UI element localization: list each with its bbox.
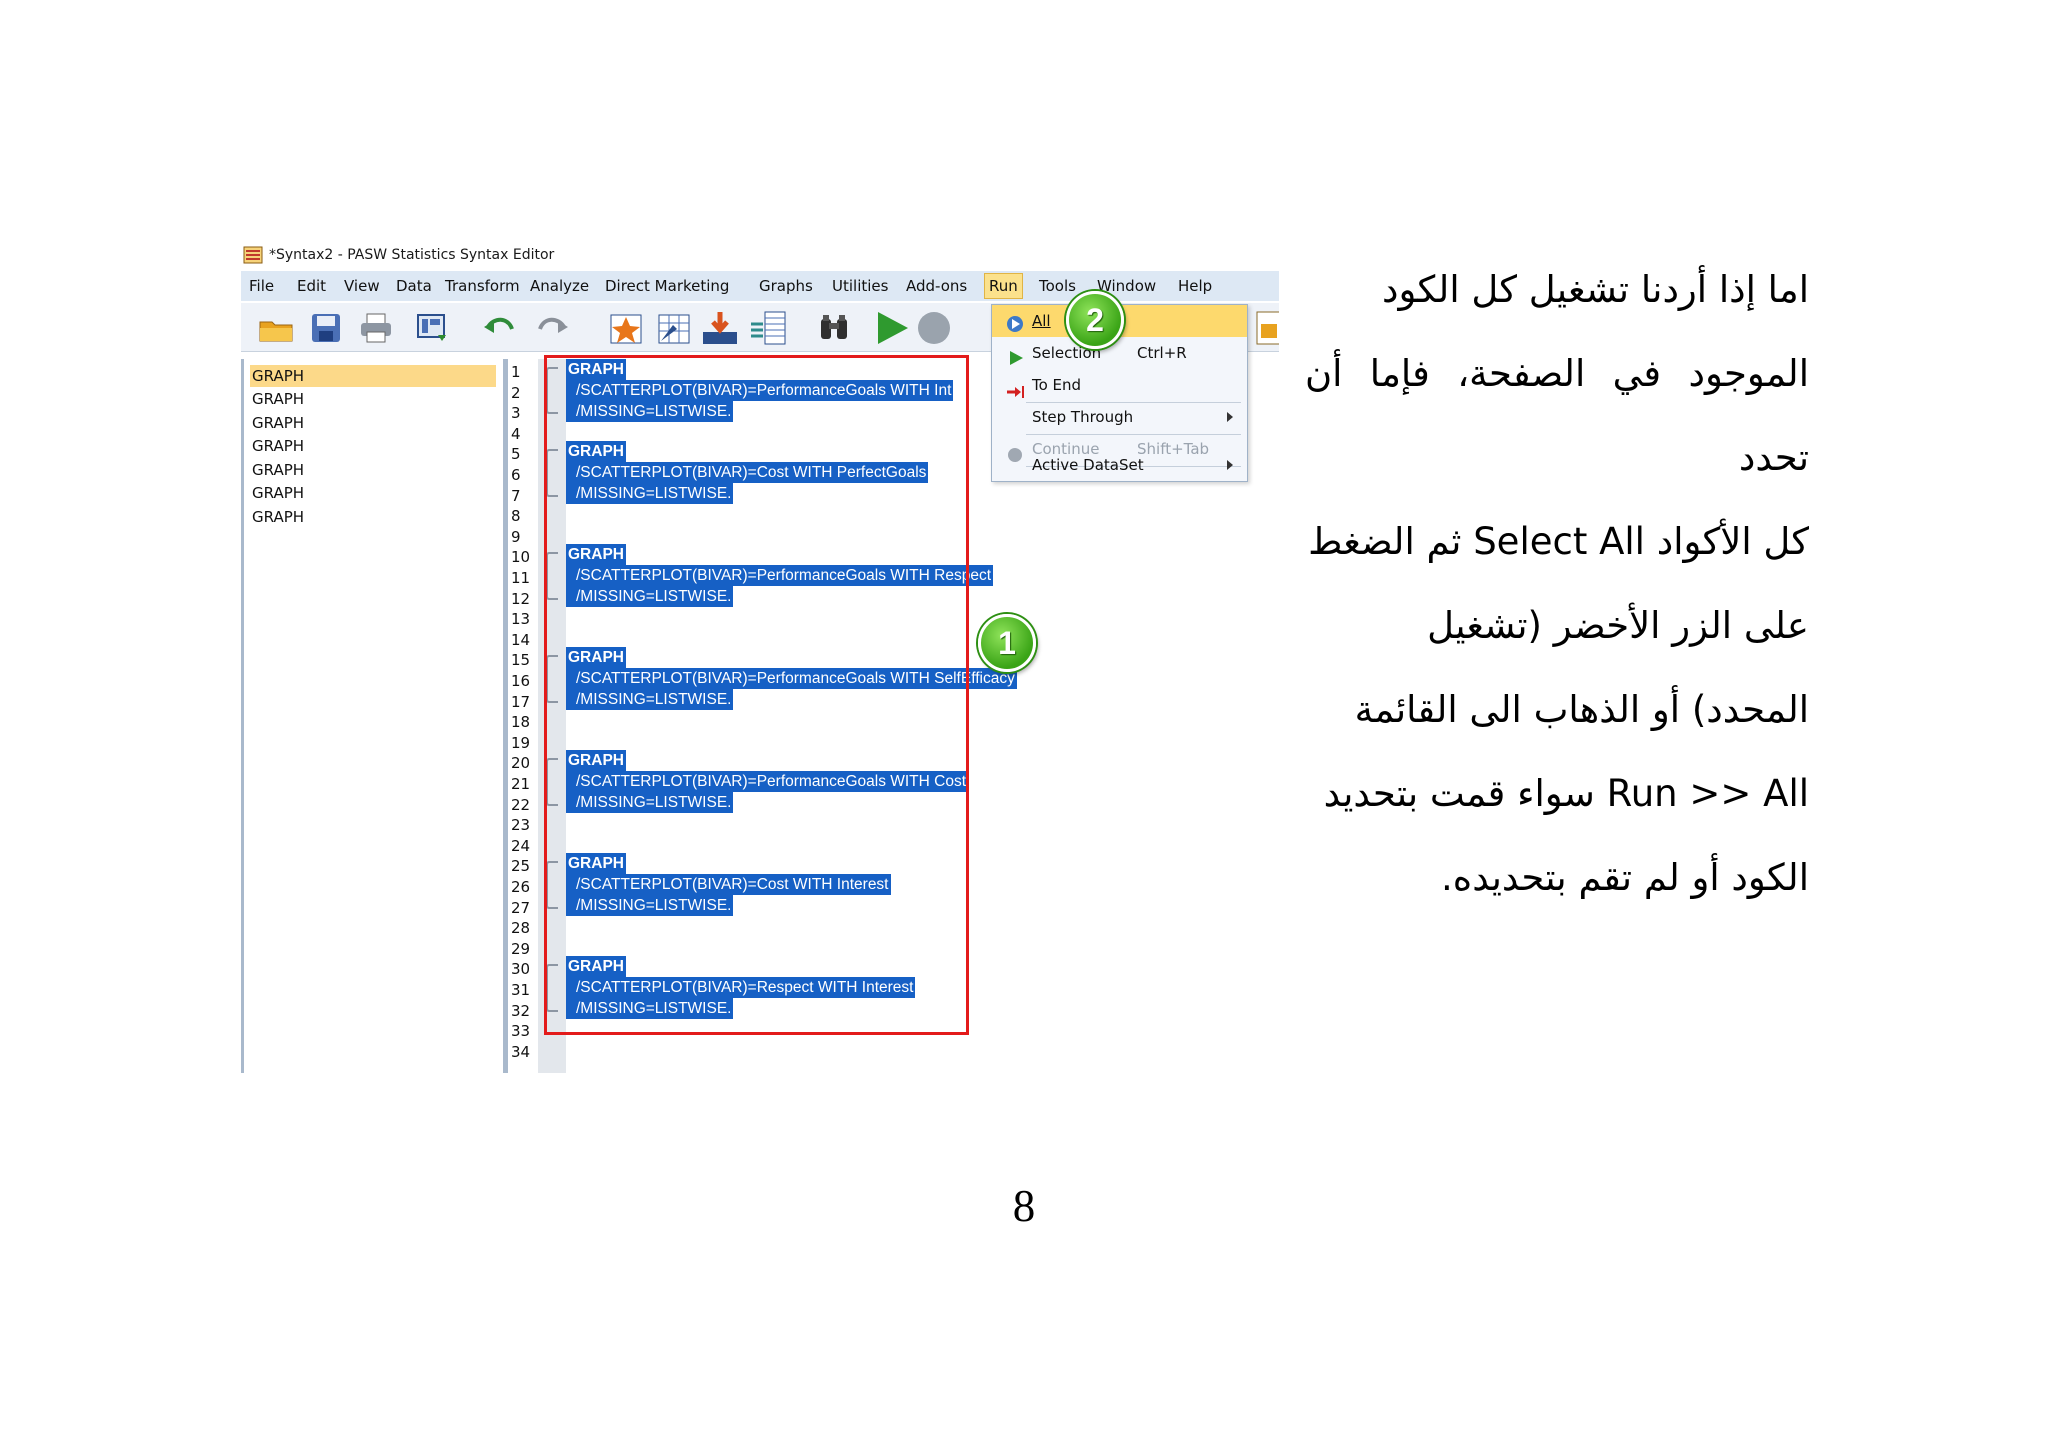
line-number: 20 [511, 754, 531, 773]
menu-transform[interactable]: Transform [441, 275, 524, 297]
spss-screenshot: *Syntax2 - PASW Statistics Syntax Editor… [241, 241, 1279, 1073]
syntax-script-icon[interactable] [1251, 309, 1279, 347]
line-number: 31 [511, 981, 531, 999]
line-number: 34 [511, 1042, 531, 1061]
line-number: 24 [511, 836, 531, 855]
navigator-item[interactable]: GRAPH [250, 412, 496, 434]
goto-case-icon[interactable] [607, 309, 645, 347]
navigator-item[interactable]: GRAPH [250, 388, 496, 410]
run-selection-icon[interactable] [873, 309, 911, 347]
paragraph-line: على الزر الأخضر (تشغيل [1427, 604, 1809, 647]
line-number: 27 [511, 898, 531, 917]
navigator-item[interactable]: GRAPH [250, 365, 496, 387]
menu-file[interactable]: File [245, 275, 278, 297]
menu-graphs[interactable]: Graphs [755, 275, 817, 297]
submenu-arrow-icon [1227, 460, 1233, 470]
undo-icon[interactable] [481, 309, 519, 347]
line-number: 16 [511, 672, 531, 690]
menu-edit[interactable]: Edit [293, 275, 330, 297]
line-number: 10 [511, 548, 531, 567]
menu-analyze[interactable]: Analyze [526, 275, 593, 297]
menu-help[interactable]: Help [1174, 275, 1216, 297]
navigator-item[interactable]: GRAPH [250, 482, 496, 504]
line-number: 7 [511, 486, 521, 505]
step-through-menu-item[interactable]: Step Through [992, 401, 1247, 433]
line-number: 4 [511, 424, 521, 443]
line-number: 15 [511, 651, 531, 670]
line-number: 26 [511, 878, 531, 896]
open-folder-icon[interactable] [257, 309, 295, 347]
menu-tools[interactable]: Tools [1035, 275, 1080, 297]
line-number: 21 [511, 775, 531, 793]
find-icon[interactable] [815, 309, 853, 347]
line-number: 8 [511, 507, 521, 526]
line-number: 11 [511, 569, 531, 587]
line-number: 25 [511, 857, 531, 876]
menu-data[interactable]: Data [392, 275, 436, 297]
menu-utilities[interactable]: Utilities [828, 275, 892, 297]
save-icon[interactable] [307, 309, 345, 347]
submenu-arrow-icon [1227, 412, 1233, 422]
print-icon[interactable] [357, 309, 395, 347]
menu-run[interactable]: Run [984, 273, 1023, 299]
navigator-item[interactable]: GRAPH [250, 435, 496, 457]
value-labels-icon[interactable] [749, 309, 787, 347]
variables-icon[interactable] [701, 309, 739, 347]
line-number: 13 [511, 610, 531, 629]
line-number: 12 [511, 589, 531, 608]
line-number: 2 [511, 383, 521, 402]
line-number: 29 [511, 939, 531, 958]
redo-icon[interactable] [533, 309, 571, 347]
active-dataset-menu-item[interactable]: Active DataSet [992, 449, 1247, 481]
line-number: 30 [511, 960, 531, 979]
line-number: 5 [511, 445, 521, 464]
step-badge-2: 2 [1066, 291, 1124, 349]
line-number-gutter: 1 2 3 4 5 6 7 8 9 10 11 12 13 14 15 16 17 18 19 20 21 22 23 24 2… [505, 359, 550, 1073]
spss-app-icon [243, 246, 263, 264]
title-bar: *Syntax2 - PASW Statistics Syntax Editor [241, 241, 1279, 269]
line-number: 22 [511, 795, 531, 814]
selection-highlight-box [544, 355, 969, 1035]
navigator-item[interactable]: GRAPH [250, 459, 496, 481]
navigator-item[interactable]: GRAPH [250, 506, 496, 528]
arabic-instructions: اما إذا أردنا تشغيل كل الكود الموجود في … [1305, 248, 1809, 920]
paragraph-line: Run >> All سواء قمت بتحديد [1323, 772, 1809, 815]
paragraph-line: كل الأكواد Select All ثم الضغط [1308, 520, 1809, 563]
line-number: 6 [511, 466, 521, 484]
line-number: 18 [511, 713, 531, 732]
paragraph-line: المحدد) أو الذهاب الى القائمة [1354, 688, 1809, 731]
line-number: 32 [511, 1001, 531, 1020]
line-number: 9 [511, 527, 521, 546]
run-selection-menu-item[interactable]: Selection Ctrl+R [992, 337, 1247, 369]
line-number: 1 [511, 363, 521, 381]
line-number: 17 [511, 692, 531, 711]
run-to-end-menu-item[interactable]: To End [992, 369, 1247, 401]
page-number: 8 [1012, 1181, 1036, 1231]
line-number: 33 [511, 1022, 531, 1041]
goto-variable-icon[interactable] [655, 309, 693, 347]
menu-direct-marketing[interactable]: Direct Marketing [601, 275, 733, 297]
paragraph-line: الموجود في الصفحة، فإما أن تحدد [1305, 352, 1809, 479]
line-number: 3 [511, 404, 521, 423]
menu-add-ons[interactable]: Add-ons [902, 275, 971, 297]
paragraph-line: اما إذا أردنا تشغيل كل الكود [1382, 268, 1809, 311]
menu-view[interactable]: View [340, 275, 384, 297]
paragraph-line: الكود أو لم تقم بتحديده. [1441, 856, 1809, 899]
step-badge-1: 1 [978, 614, 1036, 672]
syntax-navigator: GRAPH GRAPH GRAPH GRAPH GRAPH GRAPH GRAP… [241, 359, 506, 1073]
menu-bar: File Edit View Data Transform Analyze Di… [241, 271, 1279, 301]
line-number: 19 [511, 733, 531, 752]
stop-icon[interactable] [915, 309, 953, 347]
line-number: 23 [511, 816, 531, 835]
line-number: 28 [511, 919, 531, 938]
window-title: *Syntax2 - PASW Statistics Syntax Editor [269, 247, 555, 263]
line-number: 14 [511, 630, 531, 649]
recall-dialog-icon[interactable] [415, 309, 453, 347]
